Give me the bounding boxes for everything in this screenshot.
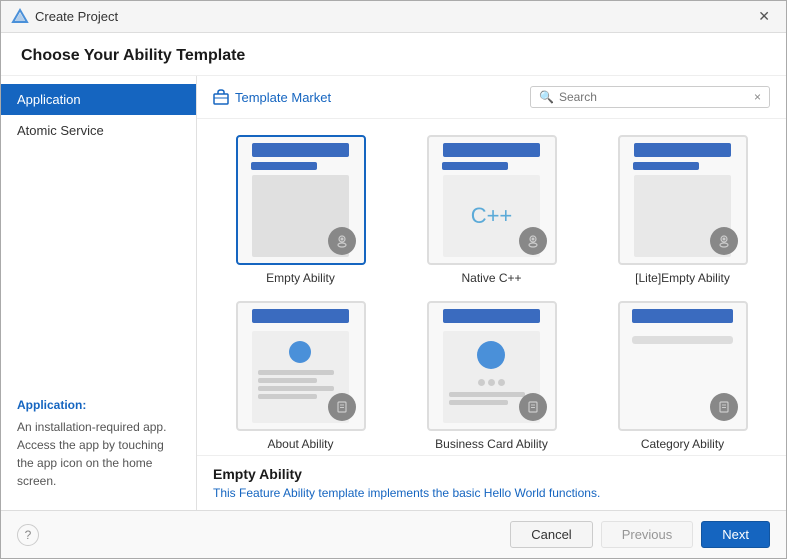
dialog-body: Application Atomic Service Application: … [1, 76, 786, 510]
template-card-business-card-ability[interactable]: Business Card Ability [404, 301, 579, 451]
template-name-lite-empty-ability: [Lite]Empty Ability [635, 271, 730, 285]
template-card-native-cpp[interactable]: C++ Native C++ [404, 135, 579, 285]
cancel-button[interactable]: Cancel [510, 521, 592, 548]
template-name-business-card-ability: Business Card Ability [435, 437, 548, 451]
selected-template-name: Empty Ability [213, 466, 770, 482]
search-clear-icon[interactable]: × [754, 90, 761, 104]
template-name-about-ability: About Ability [267, 437, 333, 451]
template-thumb-lite-empty-ability [618, 135, 748, 265]
badge-business-card-ability [519, 393, 547, 421]
template-thumb-business-card-ability [427, 301, 557, 431]
search-box: 🔍 × [530, 86, 770, 108]
search-icon: 🔍 [539, 90, 554, 104]
template-thumb-native-cpp: C++ [427, 135, 557, 265]
template-card-about-ability[interactable]: About Ability [213, 301, 388, 451]
title-bar-title: Create Project [35, 9, 118, 24]
template-thumb-category-ability [618, 301, 748, 431]
dialog-footer: ? Cancel Previous Next [1, 510, 786, 558]
footer-buttons: Cancel Previous Next [510, 521, 770, 548]
search-input[interactable] [559, 90, 749, 104]
help-button[interactable]: ? [17, 524, 39, 546]
app-logo-icon [11, 8, 29, 26]
template-name-category-ability: Category Ability [641, 437, 724, 451]
template-market-button[interactable]: Template Market [213, 89, 331, 105]
badge-lite-empty-ability [710, 227, 738, 255]
badge-icon [335, 234, 349, 248]
sidebar: Application Atomic Service Application: … [1, 76, 197, 510]
selected-template-description: This Feature Ability template implements… [213, 486, 770, 500]
sidebar-item-application[interactable]: Application [1, 84, 196, 115]
badge-native-cpp [519, 227, 547, 255]
dialog-heading: Choose Your Ability Template [1, 33, 786, 76]
badge-icon-bizcard [526, 400, 540, 414]
template-name-empty-ability: Empty Ability [266, 271, 335, 285]
next-button[interactable]: Next [701, 521, 770, 548]
badge-about-ability [328, 393, 356, 421]
main-area: Template Market 🔍 × [197, 76, 786, 510]
title-bar-left: Create Project [11, 8, 118, 26]
main-toolbar: Template Market 🔍 × [197, 76, 786, 119]
template-market-icon [213, 89, 229, 105]
template-card-lite-empty-ability[interactable]: [Lite]Empty Ability [595, 135, 770, 285]
sidebar-item-atomic-service[interactable]: Atomic Service [1, 115, 196, 146]
previous-button[interactable]: Previous [601, 521, 694, 548]
template-thumb-about-ability [236, 301, 366, 431]
template-name-native-cpp: Native C++ [461, 271, 521, 285]
badge-empty-ability [328, 227, 356, 255]
badge-icon-cpp [526, 234, 540, 248]
create-project-dialog: Create Project ✕ Choose Your Ability Tem… [0, 0, 787, 559]
badge-icon-about [335, 400, 349, 414]
template-card-category-ability[interactable]: Category Ability [595, 301, 770, 451]
badge-icon-lite [717, 234, 731, 248]
sidebar-desc-title: Application: [17, 396, 180, 414]
template-card-empty-ability[interactable]: Empty Ability [213, 135, 388, 285]
templates-grid: Empty Ability C++ [197, 119, 786, 455]
sidebar-description: Application: An installation-required ap… [1, 384, 196, 502]
template-thumb-empty-ability [236, 135, 366, 265]
close-button[interactable]: ✕ [752, 6, 776, 27]
badge-category-ability [710, 393, 738, 421]
sidebar-desc-text: An installation-required app. Access the… [17, 418, 180, 490]
selected-template-info: Empty Ability This Feature Ability templ… [197, 455, 786, 510]
badge-icon-category [717, 400, 731, 414]
title-bar: Create Project ✕ [1, 1, 786, 33]
